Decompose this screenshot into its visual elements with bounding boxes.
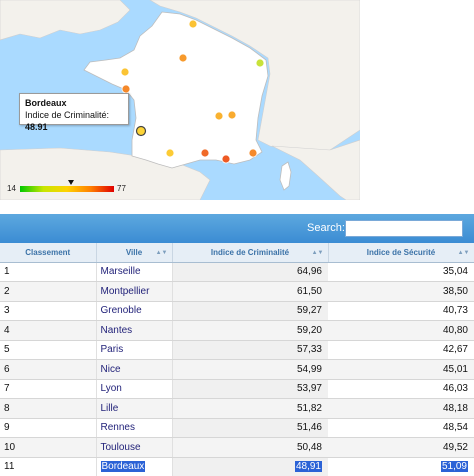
crime-index-cell: 61,50: [171, 281, 328, 302]
crime-index-cell: 53,97: [171, 379, 328, 399]
city-marker[interactable]: [214, 111, 224, 121]
city-marker[interactable]: [227, 110, 237, 120]
safety-index-cell: 40,73: [328, 301, 474, 321]
rank-cell: 10: [0, 437, 96, 458]
table-row[interactable]: 9 Rennes 51,46 48,54: [0, 418, 474, 438]
city-cell: Rennes: [95, 418, 172, 438]
safety-index-cell: 45,01: [328, 359, 474, 380]
rank-cell: 4: [0, 320, 96, 341]
city-cell: Toulouse: [95, 437, 172, 458]
city-cell: Grenoble: [95, 301, 172, 321]
city-marker[interactable]: [120, 67, 130, 77]
city-cell: Lille: [95, 398, 172, 419]
city-marker[interactable]: [135, 125, 147, 137]
safety-index-cell: 35,04: [328, 262, 474, 282]
city-cell: Bordeaux: [95, 457, 172, 476]
legend-max: 77: [117, 184, 126, 193]
city-cell: Nantes: [95, 320, 172, 341]
legend-pointer-icon: [68, 180, 74, 185]
search-input[interactable]: [345, 220, 463, 237]
crime-index-cell: 51,82: [171, 398, 328, 419]
city-marker[interactable]: [178, 53, 188, 63]
rank-cell: 5: [0, 340, 96, 360]
safety-index-cell: 40,80: [328, 320, 474, 341]
rank-cell: 6: [0, 359, 96, 380]
city-marker[interactable]: [248, 148, 258, 158]
table-row[interactable]: 5 Paris 57,33 42,67: [0, 340, 474, 360]
city-cell: Montpellier: [95, 281, 172, 302]
rank-cell: 7: [0, 379, 96, 399]
safety-index-cell: 48,54: [328, 418, 474, 438]
table-body: 1 Marseille 64,96 35,04 2 Montpellier 61,50 38,…: [0, 262, 474, 476]
crime-index-cell: 59,20: [171, 320, 328, 341]
tooltip-label: Indice de Criminalité:: [25, 110, 110, 120]
city-marker[interactable]: [165, 148, 175, 158]
sort-icon: ▲▼: [155, 250, 168, 256]
search-label: Search:: [307, 222, 345, 234]
legend-min: 14: [7, 184, 16, 193]
safety-index-cell: 38,50: [328, 281, 474, 302]
crime-index-cell: 57,33: [171, 340, 328, 360]
sort-icon: ▲▼: [311, 250, 324, 256]
city-marker[interactable]: [255, 58, 265, 68]
table-row[interactable]: 4 Nantes 59,20 40,80: [0, 320, 474, 341]
land-britain: [0, 0, 131, 41]
land-corsica: [279, 161, 292, 191]
crime-index-cell: 54,99: [171, 359, 328, 380]
rank-cell: 2: [0, 281, 96, 302]
table-row[interactable]: 8 Lille 51,82 48,18: [0, 398, 474, 419]
table-row[interactable]: 7 Lyon 53,97 46,03: [0, 379, 474, 399]
city-marker[interactable]: [221, 154, 231, 164]
color-legend: 14 77: [4, 180, 130, 198]
safety-index-cell: 42,67: [328, 340, 474, 360]
search-bar: Search:: [0, 214, 474, 243]
map-tooltip: Bordeaux Indice de Criminalité: 48.91: [19, 93, 129, 132]
safety-index-cell: 49,52: [328, 437, 474, 458]
sort-icon: ▲▼: [457, 250, 470, 256]
city-cell: Lyon: [95, 379, 172, 399]
table-row[interactable]: 3 Grenoble 59,27 40,73: [0, 301, 474, 321]
ranking-table-panel: Search: Classement Ville ▲▼ Indice de Cri…: [0, 214, 474, 476]
crime-index-cell: 59,27: [171, 301, 328, 321]
rank-cell: 11: [0, 457, 96, 476]
ranking-table: Classement Ville ▲▼ Indice de Criminalité…: [0, 243, 474, 476]
rank-cell: 3: [0, 301, 96, 321]
crime-index-cell: 51,46: [171, 418, 328, 438]
city-cell: Paris: [95, 340, 172, 360]
rank-cell: 1: [0, 262, 96, 282]
safety-index-cell: 46,03: [328, 379, 474, 399]
header-rank[interactable]: Classement: [0, 243, 97, 263]
crime-map[interactable]: Bordeaux Indice de Criminalité: 48.91 14…: [0, 0, 360, 200]
rank-cell: 8: [0, 398, 96, 419]
crime-index-cell: 48,91: [171, 457, 328, 476]
city-marker[interactable]: [188, 19, 198, 29]
header-city[interactable]: Ville ▲▼: [96, 243, 173, 263]
crime-index-cell: 64,96: [171, 262, 328, 282]
tooltip-city: Bordeaux: [25, 98, 67, 108]
table-row[interactable]: 11 Bordeaux 48,91 51,09: [0, 457, 474, 476]
header-crime[interactable]: Indice de Criminalité ▲▼: [172, 243, 329, 263]
table-row[interactable]: 2 Montpellier 61,50 38,50: [0, 281, 474, 302]
header-safety[interactable]: Indice de Sécurité ▲▼: [328, 243, 474, 263]
table-row[interactable]: 6 Nice 54,99 45,01: [0, 359, 474, 380]
legend-gradient: [20, 186, 114, 192]
city-cell: Marseille: [95, 262, 172, 282]
safety-index-cell: 48,18: [328, 398, 474, 419]
table-row[interactable]: 10 Toulouse 50,48 49,52: [0, 437, 474, 458]
city-marker[interactable]: [121, 84, 131, 94]
city-marker[interactable]: [200, 148, 210, 158]
crime-index-cell: 50,48: [171, 437, 328, 458]
tooltip-value: 48.91: [25, 122, 48, 132]
tooltip-line: Indice de Criminalité: 48.91: [25, 109, 123, 133]
city-cell: Nice: [95, 359, 172, 380]
table-header-row: Classement Ville ▲▼ Indice de Criminalité…: [0, 243, 474, 263]
table-row[interactable]: 1 Marseille 64,96 35,04: [0, 262, 474, 282]
rank-cell: 9: [0, 418, 96, 438]
safety-index-cell: 51,09: [328, 457, 474, 476]
